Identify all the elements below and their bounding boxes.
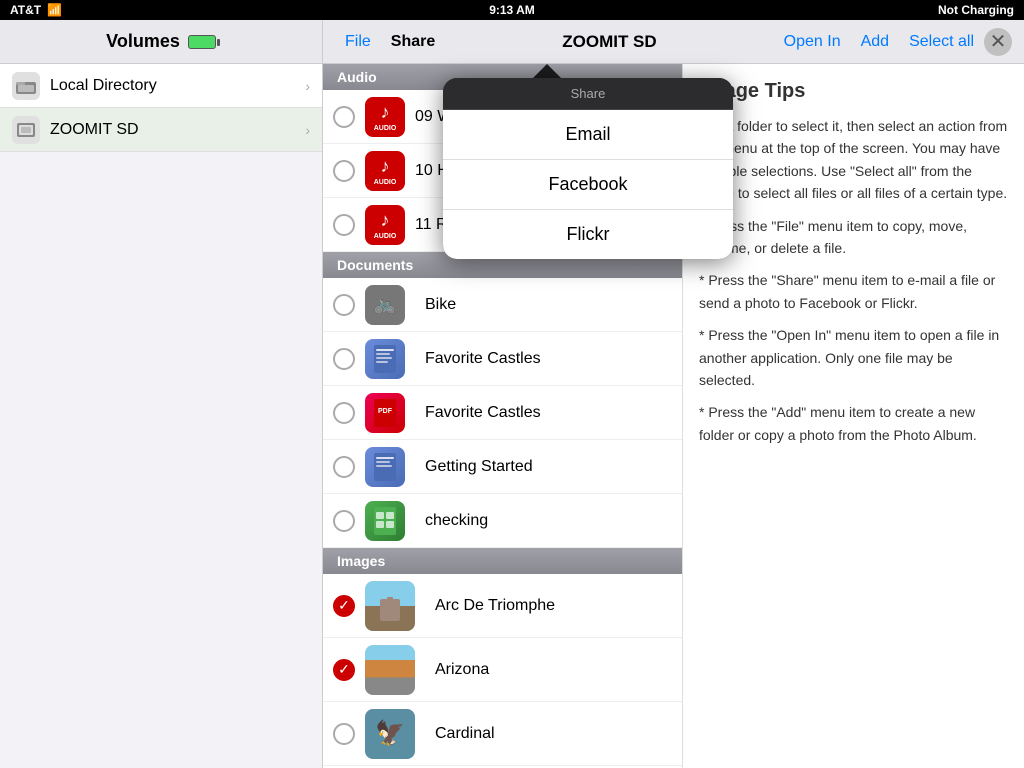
popup-arrow [533,64,561,78]
share-facebook-option[interactable]: Facebook [443,160,733,210]
sidebar-item-zoomit-sd-label: ZOOMIT SD [50,121,305,139]
status-left: AT&T 📶 [10,3,62,17]
popup-arrow-up [533,64,561,78]
share-popup: Share Email Facebook Flickr [443,78,733,259]
share-popup-overlay: Share Email Facebook Flickr [323,20,1024,768]
battery-status-label: Not Charging [938,3,1014,17]
sidebar-title: Volumes [106,31,180,52]
status-bar: AT&T 📶 9:13 AM Not Charging [0,0,1024,20]
local-directory-icon [12,72,40,100]
battery-indicator [188,35,216,49]
share-flickr-option[interactable]: Flickr [443,210,733,259]
sidebar-item-local-directory[interactable]: Local Directory › [0,64,322,108]
sidebar: Volumes Local Directory › ZOOMIT SD › [0,20,323,768]
carrier-label: AT&T [10,3,41,17]
status-right: Not Charging [938,3,1014,17]
wifi-icon: 📶 [47,3,62,17]
share-email-option[interactable]: Email [443,110,733,160]
sidebar-header: Volumes [0,20,322,64]
zoomit-sd-icon [12,116,40,144]
sidebar-item-zoomit-sd[interactable]: ZOOMIT SD › [0,108,322,152]
sidebar-item-local-directory-label: Local Directory [50,77,305,95]
status-time: 9:13 AM [489,3,535,17]
chevron-right-icon: › [305,78,310,94]
chevron-right-icon-2: › [305,122,310,138]
share-popup-header: Share [443,78,733,110]
